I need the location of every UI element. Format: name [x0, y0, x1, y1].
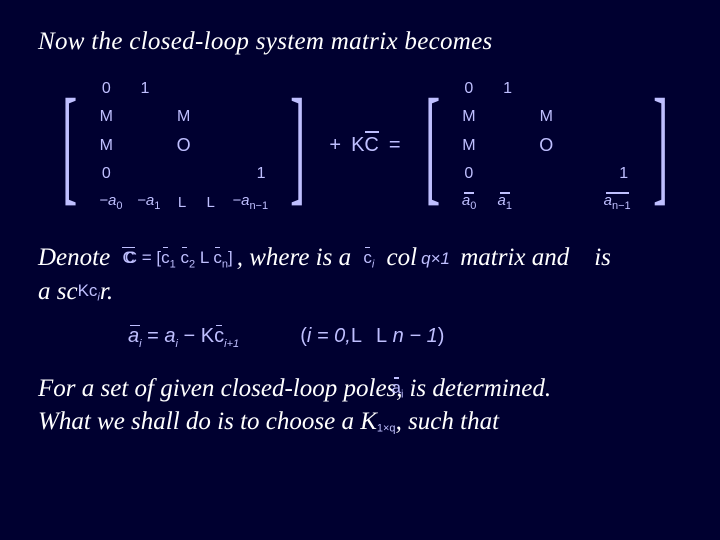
mat-cell: 0 — [462, 165, 476, 183]
C-definition: CC = [c1 c2 L cn] — [120, 247, 232, 272]
left-bracket-1: [ — [62, 87, 77, 204]
mat-cell: −a0 — [99, 192, 122, 212]
matrix-expression: [ 01 MM MO 01 −a0 −a1 L L −an−1 ] + KC =… — [48, 78, 682, 213]
mat-cell: M — [462, 137, 476, 155]
mat-cell: L — [204, 194, 218, 211]
denote-text-2: col — [387, 244, 418, 271]
denote-word: Denote — [38, 244, 110, 271]
denote-line2-post: r. — [100, 278, 113, 305]
mat-cell: 1 — [501, 80, 515, 98]
Kci-symbol: Kci — [78, 280, 100, 305]
mat-cell: L — [175, 194, 189, 211]
mat-cell: a0 — [462, 192, 476, 212]
mat-cell: 0 — [99, 165, 113, 183]
matrix-A: 01 MM MO 01 −a0 −a1 L L −an−1 — [99, 78, 268, 213]
mat-cell: M — [462, 108, 476, 126]
mat-cell: M — [177, 108, 191, 126]
mat-diag: O — [177, 135, 191, 156]
kc-term: KC — [351, 134, 379, 157]
mat-cell: M — [99, 108, 113, 126]
slide-title: Now the closed-loop system matrix become… — [38, 28, 682, 56]
closing-line2b: , such that — [396, 408, 499, 435]
ci-symbol: ci — [363, 247, 374, 272]
right-bracket-1: ] — [290, 87, 305, 204]
k-subscript: 1×q — [377, 411, 396, 436]
mat-cell: 1 — [138, 80, 152, 98]
denote-line2-pre: a sc — [38, 278, 78, 305]
denote-paragraph: Denote CC = [c1 c2 L cn] , where is a ci… — [38, 241, 682, 309]
qx1-symbol: q×1 — [421, 248, 450, 271]
closing-paragraph: For a set of given closed-loop poles, ai… — [38, 372, 682, 440]
closing-line1b: is determined. — [409, 375, 551, 402]
mat-cell: −an−1 — [232, 192, 268, 212]
closing-line1: For a set of given closed-loop poles, — [38, 375, 428, 402]
right-bracket-2: ] — [653, 87, 668, 204]
plus-sign: + — [329, 134, 341, 157]
mat-cell: 0 — [99, 80, 113, 98]
mat-cell: 1 — [254, 165, 268, 183]
mat-cell: −a1 — [137, 192, 160, 212]
ai-bar-symbol: ai — [392, 377, 404, 402]
mat-cell: 0 — [462, 80, 476, 98]
denote-text-3: matrix and is — [460, 244, 611, 271]
mat-cell: an−1 — [604, 192, 631, 212]
matrix-result: 01 MM MO 01 a0 a1 an−1 — [462, 78, 631, 213]
closing-line2: What we shall do is to choose a K — [38, 408, 377, 435]
mat-diag: O — [539, 135, 553, 156]
a-bar-equation: ai = ai − Kci+1 (i = 0,LL n − 1) — [128, 325, 682, 350]
mat-cell: M — [539, 108, 553, 126]
mat-cell: M — [99, 137, 113, 155]
mat-cell: 1 — [617, 165, 631, 183]
denote-text: , where is a — [237, 244, 351, 271]
mat-cell: a1 — [498, 192, 512, 212]
equals-sign: = — [389, 134, 401, 157]
left-bracket-2: [ — [425, 87, 440, 204]
